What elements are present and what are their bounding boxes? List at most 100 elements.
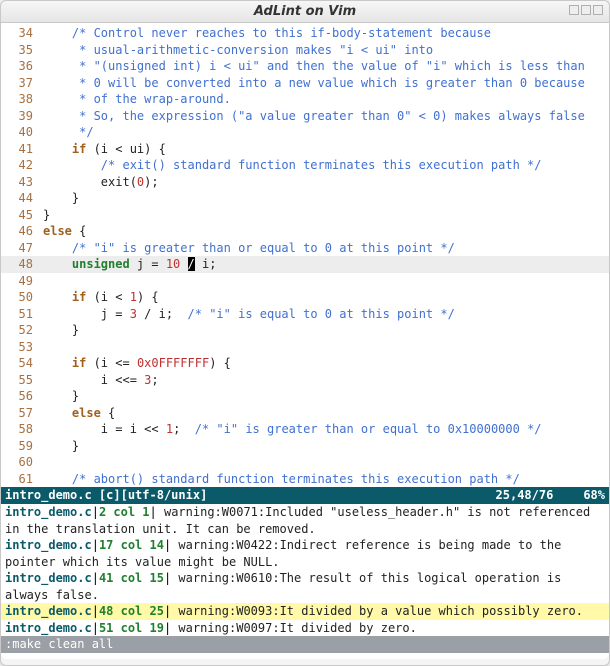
qf-filename: intro_demo.c [5, 571, 92, 585]
cursor: / [188, 257, 195, 271]
close-icon[interactable] [593, 5, 603, 15]
line-number: 39 [1, 108, 43, 125]
code-line[interactable]: 51 j = 3 / i; /* "i" is equal to 0 at th… [1, 306, 609, 323]
code-content: * usual-arithmetic-conversion makes "i <… [43, 42, 609, 59]
line-number: 46 [1, 223, 43, 240]
code-line[interactable]: 58 i = i << 1; /* "i" is greater than or… [1, 421, 609, 438]
minimize-icon[interactable] [569, 5, 579, 15]
quickfix-item[interactable]: intro_demo.c|41 col 15| warning:W0610:Th… [1, 570, 609, 603]
code-line[interactable]: 55 i <<= 3; [1, 372, 609, 389]
window-title: AdLint on Vim [254, 4, 356, 19]
code-line[interactable]: 52 } [1, 322, 609, 339]
titlebar[interactable]: AdLint on Vim [1, 1, 609, 23]
line-number: 42 [1, 157, 43, 174]
code-line[interactable]: 50 if (i < 1) { [1, 289, 609, 306]
code-line[interactable]: 36 * "(unsigned int) i < ui" and then th… [1, 58, 609, 75]
code-line[interactable]: 59 } [1, 438, 609, 455]
code-content: unsigned j = 10 / i; [43, 256, 609, 273]
code-line[interactable]: 39 * So, the expression ("a value greate… [1, 108, 609, 125]
line-number: 45 [1, 207, 43, 224]
code-line[interactable]: 49 [1, 273, 609, 290]
status-percent: 68% [583, 487, 605, 504]
code-content: * of the wrap-around. [43, 91, 609, 108]
qf-location: 51 col 19 [99, 621, 164, 635]
code-line[interactable]: 56 } [1, 388, 609, 405]
quickfix-list[interactable]: intro_demo.c|2 col 1| warning:W0071:Incl… [1, 504, 609, 636]
line-number: 55 [1, 372, 43, 389]
code-content: } [43, 207, 609, 224]
code-content: /* exit() standard function terminates t… [43, 157, 609, 174]
maximize-icon[interactable] [581, 5, 591, 15]
quickfix-item[interactable]: intro_demo.c|48 col 25| warning:W0093:It… [1, 603, 609, 620]
code-content: else { [43, 223, 609, 240]
line-number: 58 [1, 421, 43, 438]
qf-location: 48 col 25 [99, 604, 164, 618]
line-number: 48 [1, 256, 43, 273]
line-number: 57 [1, 405, 43, 422]
qf-location: 2 col 1 [99, 505, 150, 519]
code-line[interactable]: 41 if (i < ui) { [1, 141, 609, 158]
line-number: 44 [1, 190, 43, 207]
code-line[interactable]: 34 /* Control never reaches to this if-b… [1, 25, 609, 42]
line-number: 59 [1, 438, 43, 455]
line-number: 36 [1, 58, 43, 75]
code-editor[interactable]: 34 /* Control never reaches to this if-b… [1, 23, 609, 487]
code-line[interactable]: 42 /* exit() standard function terminate… [1, 157, 609, 174]
code-content: * So, the expression ("a value greater t… [43, 108, 609, 125]
code-content: } [43, 322, 609, 339]
code-line[interactable]: 44 } [1, 190, 609, 207]
code-content: i = i << 1; /* "i" is greater than or eq… [43, 421, 609, 438]
code-line[interactable]: 48 unsigned j = 10 / i; [1, 256, 609, 273]
code-line[interactable]: 45} [1, 207, 609, 224]
code-line[interactable]: 35 * usual-arithmetic-conversion makes "… [1, 42, 609, 59]
code-content: /* abort() standard function terminates … [43, 471, 609, 488]
line-number: 53 [1, 339, 43, 356]
code-line[interactable]: 47 /* "i" is greater than or equal to 0 … [1, 240, 609, 257]
code-content: if (i < ui) { [43, 141, 609, 158]
status-line: intro_demo.c [c][utf-8/unix] 25,48/76 68… [1, 487, 609, 504]
line-number: 51 [1, 306, 43, 323]
quickfix-item[interactable]: intro_demo.c|2 col 1| warning:W0071:Incl… [1, 504, 609, 537]
code-content: i <<= 3; [43, 372, 609, 389]
status-file: intro_demo.c [c][utf-8/unix] [5, 487, 496, 504]
window-controls [569, 5, 603, 15]
line-number: 54 [1, 355, 43, 372]
qf-location: 17 col 14 [99, 538, 164, 552]
code-line[interactable]: 53 [1, 339, 609, 356]
line-number: 56 [1, 388, 43, 405]
code-line[interactable]: 46else { [1, 223, 609, 240]
qf-filename: intro_demo.c [5, 505, 92, 519]
code-line[interactable]: 61 /* abort() standard function terminat… [1, 471, 609, 488]
code-content: } [43, 438, 609, 455]
code-line[interactable]: 40 */ [1, 124, 609, 141]
code-content: if (i < 1) { [43, 289, 609, 306]
line-number: 34 [1, 25, 43, 42]
code-line[interactable]: 57 else { [1, 405, 609, 422]
code-content: } [43, 190, 609, 207]
line-number: 61 [1, 471, 43, 488]
code-content: /* Control never reaches to this if-body… [43, 25, 609, 42]
qf-message: warning:W0097:It divided by zero. [171, 621, 417, 635]
code-content: else { [43, 405, 609, 422]
code-line[interactable]: 43 exit(0); [1, 174, 609, 191]
line-number: 37 [1, 75, 43, 92]
code-content [43, 339, 609, 356]
code-content: j = 3 / i; /* "i" is equal to 0 at this … [43, 306, 609, 323]
qf-filename: intro_demo.c [5, 604, 92, 618]
quickfix-item[interactable]: intro_demo.c|17 col 14| warning:W0422:In… [1, 537, 609, 570]
code-line[interactable]: 37 * 0 will be converted into a new valu… [1, 75, 609, 92]
line-number: 40 [1, 124, 43, 141]
code-line[interactable]: 54 if (i <= 0x0FFFFFFF) { [1, 355, 609, 372]
code-line[interactable]: 38 * of the wrap-around. [1, 91, 609, 108]
code-content: exit(0); [43, 174, 609, 191]
line-number: 60 [1, 454, 43, 471]
quickfix-item[interactable]: intro_demo.c|51 col 19| warning:W0097:It… [1, 620, 609, 637]
code-content: * "(unsigned int) i < ui" and then the v… [43, 58, 609, 75]
line-number: 38 [1, 91, 43, 108]
qf-message: warning:W0093:It divided by a value whic… [171, 604, 583, 618]
qf-filename: intro_demo.c [5, 538, 92, 552]
command-line[interactable]: :make clean all [1, 636, 609, 653]
line-number: 43 [1, 174, 43, 191]
code-line[interactable]: 60 [1, 454, 609, 471]
line-number: 49 [1, 273, 43, 290]
